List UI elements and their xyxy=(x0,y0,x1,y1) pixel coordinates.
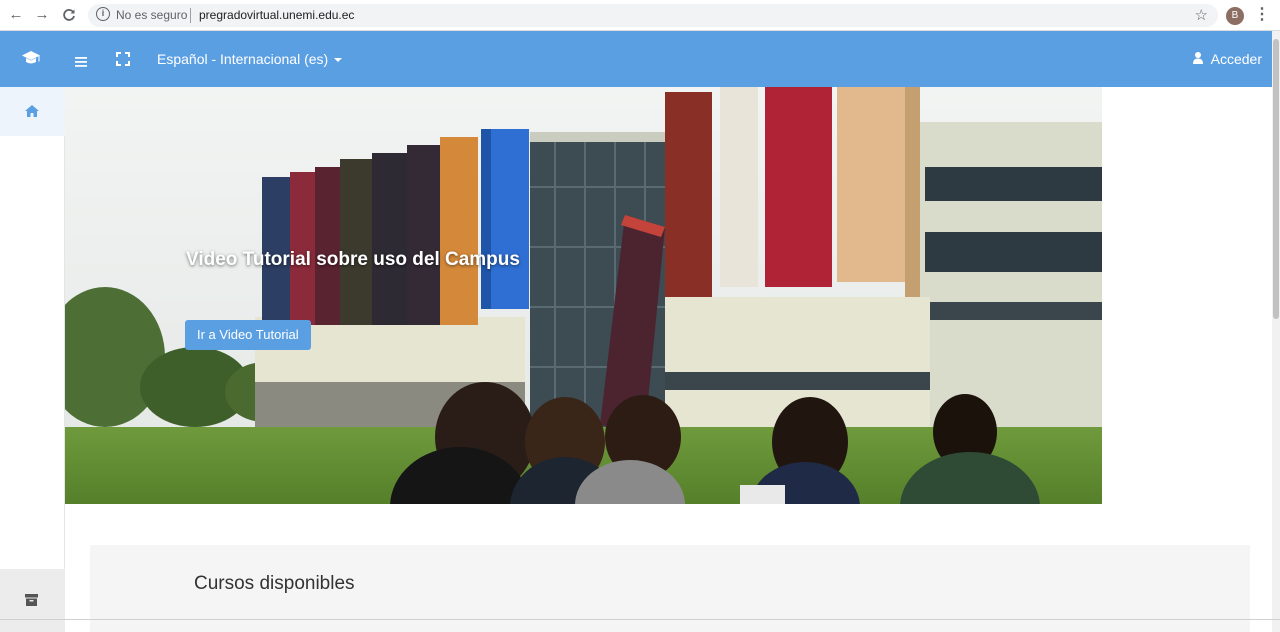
bookmark-star-icon[interactable]: ☆ xyxy=(1195,6,1208,24)
campus-photo xyxy=(65,87,1102,504)
security-label: No es seguro xyxy=(116,8,188,22)
scrollbar-thumb[interactable] xyxy=(1273,39,1279,319)
page-scrollbar[interactable] xyxy=(1272,31,1280,632)
login-link[interactable]: Acceder xyxy=(1192,51,1262,67)
browser-toolbar: ← → i No es seguro pregradovirtual.unemi… xyxy=(0,0,1280,31)
login-label: Acceder xyxy=(1210,51,1262,67)
fullscreen-icon[interactable] xyxy=(116,52,130,71)
site-navbar: Español - Internacional (es) Acceder xyxy=(0,31,1280,87)
graduation-cap-icon[interactable] xyxy=(21,50,41,71)
hero-banner: Video Tutorial sobre uso del Campus Ir a… xyxy=(65,87,1102,504)
courses-title: Cursos disponibles xyxy=(194,573,355,594)
back-arrow-icon[interactable]: ← xyxy=(6,5,26,25)
hero-title: Video Tutorial sobre uso del Campus xyxy=(186,249,520,270)
profile-avatar[interactable]: B xyxy=(1226,7,1244,25)
address-bar[interactable]: i No es seguro pregradovirtual.unemi.edu… xyxy=(88,4,1218,27)
home-icon xyxy=(25,105,39,117)
forward-arrow-icon[interactable]: → xyxy=(32,5,52,25)
archive-icon xyxy=(25,594,38,606)
divider xyxy=(0,619,1280,620)
sidebar-item-home[interactable] xyxy=(0,87,65,136)
info-icon[interactable]: i xyxy=(96,7,110,21)
menu-kebab-icon[interactable]: ⋮ xyxy=(1254,6,1270,26)
url-text[interactable]: pregradovirtual.unemi.edu.ec xyxy=(199,8,354,22)
video-tutorial-button[interactable]: Ir a Video Tutorial xyxy=(185,320,311,350)
sidebar-item-archive[interactable] xyxy=(0,569,65,632)
hamburger-menu-icon[interactable] xyxy=(75,54,87,72)
user-icon xyxy=(1192,51,1203,67)
language-label: Español - Internacional (es) xyxy=(157,51,329,67)
caret-down-icon xyxy=(334,58,343,63)
reload-icon[interactable] xyxy=(59,5,79,25)
divider xyxy=(190,8,191,23)
language-dropdown[interactable]: Español - Internacional (es) xyxy=(157,51,343,67)
nav-drawer xyxy=(0,87,65,632)
